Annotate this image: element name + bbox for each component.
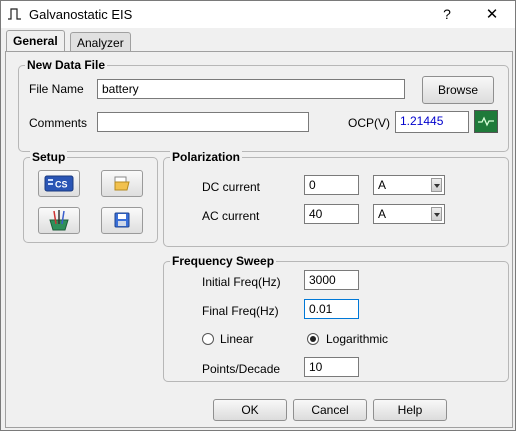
pulse-icon — [8, 8, 21, 20]
setup-group: Setup CS — [23, 150, 158, 243]
new-data-file-label: New Data File — [25, 58, 108, 72]
setup-cs-button[interactable]: CS — [38, 170, 80, 197]
dc-unit-select[interactable]: A — [373, 175, 445, 195]
cancel-button[interactable]: Cancel — [293, 399, 367, 421]
tab-analyzer[interactable]: Analyzer — [70, 32, 131, 52]
waveform-icon — [478, 116, 494, 127]
browse-button[interactable]: Browse — [422, 76, 494, 104]
help-button[interactable]: Help — [373, 399, 447, 421]
initial-freq-label: Initial Freq(Hz) — [202, 275, 281, 289]
open-file-button[interactable] — [101, 170, 143, 197]
ac-unit-select[interactable]: A — [373, 204, 445, 224]
points-per-decade-label: Points/Decade — [202, 362, 281, 376]
svg-text:CS: CS — [55, 180, 68, 190]
cell-setup-button[interactable] — [38, 207, 80, 234]
final-freq-input[interactable]: 0.01 — [304, 299, 359, 319]
title-bar: Galvanostatic EIS ? ✕ — [1, 1, 515, 28]
cs-device-icon: CS — [44, 175, 74, 192]
linear-label[interactable]: Linear — [220, 332, 253, 346]
dc-current-label: DC current — [202, 180, 261, 194]
ocp-measure-button[interactable] — [474, 110, 498, 133]
initial-freq-input[interactable]: 3000 — [304, 270, 359, 290]
ac-unit-value: A — [378, 207, 387, 221]
dialog-window: Galvanostatic EIS ? ✕ General Analyzer N… — [0, 0, 516, 431]
ocp-label: OCP(V) — [348, 116, 390, 130]
save-disk-icon — [114, 212, 130, 228]
logarithmic-label[interactable]: Logarithmic — [326, 332, 388, 346]
chevron-down-icon[interactable] — [431, 207, 442, 221]
general-tab-page: New Data File File Name battery Browse C… — [5, 51, 513, 428]
frequency-sweep-group: Frequency Sweep Initial Freq(Hz) 3000 Fi… — [163, 254, 509, 382]
linear-radio[interactable] — [202, 333, 214, 345]
file-name-label: File Name — [29, 82, 84, 96]
new-data-file-group: New Data File File Name battery Browse C… — [18, 58, 509, 152]
final-freq-label: Final Freq(Hz) — [202, 304, 279, 318]
setup-label: Setup — [30, 150, 68, 164]
frequency-sweep-label: Frequency Sweep — [170, 254, 277, 268]
logarithmic-radio[interactable] — [307, 333, 319, 345]
dc-unit-value: A — [378, 178, 387, 192]
points-per-decade-input[interactable]: 10 — [304, 357, 359, 377]
cell-electrodes-icon — [49, 210, 69, 231]
dc-current-input[interactable]: 0 — [304, 175, 359, 195]
ac-current-input[interactable]: 40 — [304, 204, 359, 224]
window-title: Galvanostatic EIS — [29, 7, 133, 22]
chevron-down-icon[interactable] — [431, 178, 442, 192]
ok-button[interactable]: OK — [213, 399, 287, 421]
polarization-label: Polarization — [170, 150, 243, 164]
open-folder-icon — [114, 176, 130, 191]
close-button[interactable]: ✕ — [470, 1, 514, 28]
ocp-value: 1.21445 — [395, 111, 469, 133]
comments-label: Comments — [29, 116, 88, 130]
save-button[interactable] — [101, 207, 143, 234]
comments-input[interactable] — [97, 112, 309, 132]
tab-general[interactable]: General — [6, 30, 65, 52]
polarization-group: Polarization DC current 0 A AC current 4… — [163, 150, 509, 247]
help-title-button[interactable]: ? — [425, 1, 469, 28]
tab-bar: General Analyzer — [1, 28, 515, 52]
file-name-input[interactable]: battery — [97, 79, 405, 99]
ac-current-label: AC current — [202, 209, 260, 223]
